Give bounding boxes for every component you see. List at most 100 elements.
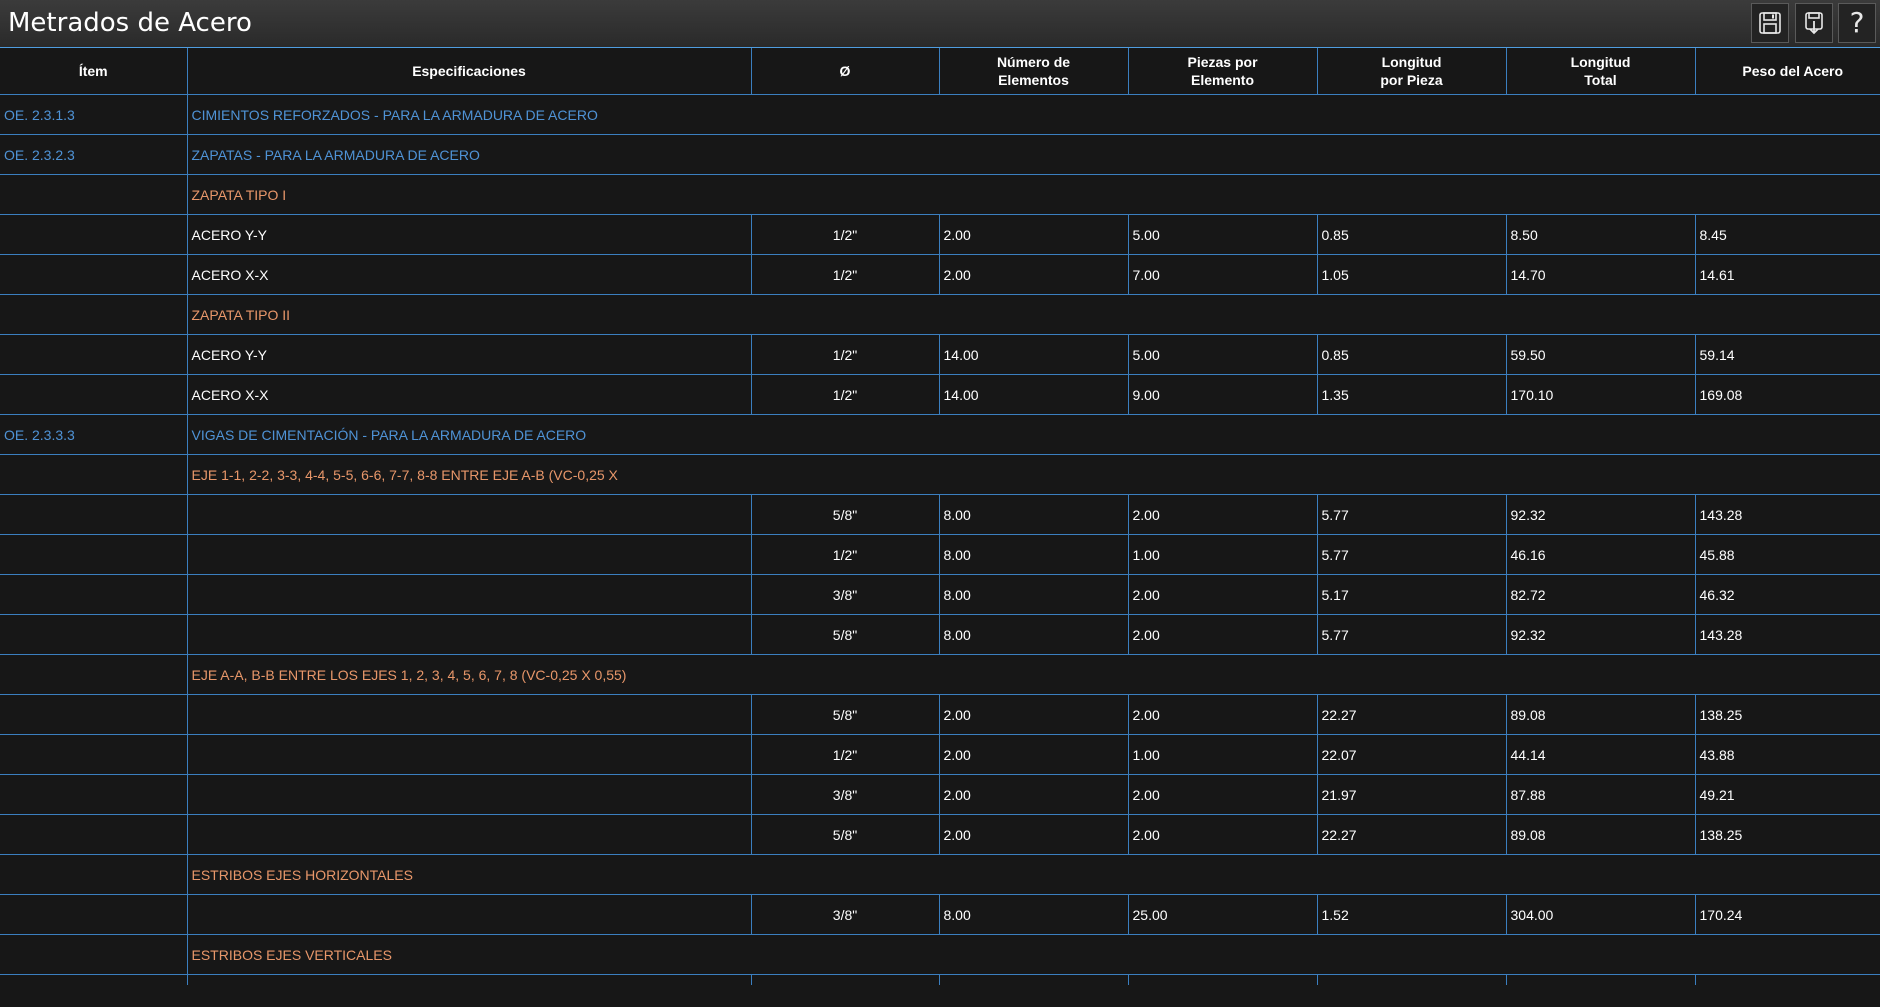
header-steel-weight[interactable]: Peso del Acero xyxy=(1695,48,1880,95)
total-length-cell[interactable]: 89.08 xyxy=(1506,694,1696,735)
specification-cell[interactable] xyxy=(187,614,752,655)
group-title-cell[interactable]: ZAPATA TIPO I xyxy=(187,174,1880,215)
steel-weight-cell[interactable]: 169.08 xyxy=(1695,374,1880,415)
item-cell[interactable] xyxy=(0,574,188,615)
item-cell[interactable] xyxy=(0,694,188,735)
specification-cell[interactable] xyxy=(187,694,752,735)
diameter-cell[interactable]: 1/2" xyxy=(751,734,940,775)
item-code-cell[interactable] xyxy=(0,654,188,695)
steel-weight-cell[interactable]: 59.14 xyxy=(1695,334,1880,375)
specification-cell[interactable]: ACERO Y-Y xyxy=(187,334,752,375)
diameter-cell[interactable]: 5/8" xyxy=(751,494,940,535)
number-of-elements-cell[interactable]: 2.00 xyxy=(939,814,1129,855)
number-of-elements-cell[interactable]: 2.00 xyxy=(939,694,1129,735)
table-row[interactable]: ACERO X-X 1/2" 2.00 7.00 1.05 14.70 14.61 xyxy=(0,254,1880,295)
item-cell[interactable] xyxy=(0,894,188,935)
group-row[interactable]: EJE 1-1, 2-2, 3-3, 4-4, 5-5, 6-6, 7-7, 8… xyxy=(0,454,1880,495)
header-diameter[interactable]: Ø xyxy=(751,48,940,95)
steel-weight-cell[interactable]: 45.88 xyxy=(1695,534,1880,575)
group-title-cell[interactable]: ESTRIBOS EJES HORIZONTALES xyxy=(187,854,1880,895)
item-cell[interactable] xyxy=(0,774,188,815)
table-row[interactable]: 5/8" 8.00 2.00 5.77 92.32 143.28 xyxy=(0,494,1880,535)
table-row[interactable]: 5/8" 2.00 2.00 22.27 89.08 138.25 xyxy=(0,814,1880,855)
header-pieces-per-element[interactable]: Piezas por Elemento xyxy=(1128,48,1318,95)
table-row[interactable]: 1/2" 2.00 1.00 22.07 44.14 43.88 xyxy=(0,734,1880,775)
pieces-per-element-cell[interactable] xyxy=(1128,974,1318,985)
total-length-cell[interactable]: 87.88 xyxy=(1506,774,1696,815)
header-item[interactable]: Ítem xyxy=(0,48,188,95)
group-title-cell[interactable]: ESTRIBOS EJES VERTICALES xyxy=(187,934,1880,975)
steel-weight-cell[interactable] xyxy=(1695,974,1880,985)
item-code-cell[interactable] xyxy=(0,174,188,215)
length-per-piece-cell[interactable]: 21.97 xyxy=(1317,774,1507,815)
diameter-cell[interactable] xyxy=(751,974,940,985)
steel-weight-cell[interactable]: 46.32 xyxy=(1695,574,1880,615)
item-code-cell[interactable] xyxy=(0,454,188,495)
item-cell[interactable] xyxy=(0,374,188,415)
total-length-cell[interactable]: 92.32 xyxy=(1506,494,1696,535)
group-row[interactable]: ESTRIBOS EJES HORIZONTALES xyxy=(0,854,1880,895)
steel-takeoff-grid[interactable]: Ítem Especificaciones Ø Número de Element… xyxy=(0,48,1880,985)
specification-cell[interactable] xyxy=(187,894,752,935)
diameter-cell[interactable]: 1/2" xyxy=(751,334,940,375)
diameter-cell[interactable]: 5/8" xyxy=(751,814,940,855)
item-cell[interactable] xyxy=(0,614,188,655)
pieces-per-element-cell[interactable]: 9.00 xyxy=(1128,374,1318,415)
diameter-cell[interactable]: 3/8" xyxy=(751,894,940,935)
number-of-elements-cell[interactable] xyxy=(939,974,1129,985)
number-of-elements-cell[interactable]: 2.00 xyxy=(939,214,1129,255)
item-code-cell[interactable]: OE. 2.3.2.3 xyxy=(0,134,188,175)
total-length-cell[interactable]: 8.50 xyxy=(1506,214,1696,255)
item-cell[interactable] xyxy=(0,974,188,985)
table-row[interactable]: ACERO Y-Y 1/2" 2.00 5.00 0.85 8.50 8.45 xyxy=(0,214,1880,255)
pieces-per-element-cell[interactable]: 2.00 xyxy=(1128,574,1318,615)
pieces-per-element-cell[interactable]: 2.00 xyxy=(1128,774,1318,815)
pieces-per-element-cell[interactable]: 25.00 xyxy=(1128,894,1318,935)
group-title-cell[interactable]: EJE 1-1, 2-2, 3-3, 4-4, 5-5, 6-6, 7-7, 8… xyxy=(187,454,1880,495)
specification-cell[interactable] xyxy=(187,774,752,815)
total-length-cell[interactable]: 59.50 xyxy=(1506,334,1696,375)
diameter-cell[interactable]: 5/8" xyxy=(751,614,940,655)
specification-cell[interactable]: ACERO Y-Y xyxy=(187,214,752,255)
item-cell[interactable] xyxy=(0,734,188,775)
help-button[interactable]: ? xyxy=(1838,3,1876,43)
item-cell[interactable] xyxy=(0,214,188,255)
pieces-per-element-cell[interactable]: 7.00 xyxy=(1128,254,1318,295)
number-of-elements-cell[interactable]: 8.00 xyxy=(939,574,1129,615)
group-row[interactable]: ZAPATA TIPO II xyxy=(0,294,1880,335)
save-button[interactable] xyxy=(1751,3,1789,43)
save-export-button[interactable] xyxy=(1795,3,1833,43)
number-of-elements-cell[interactable]: 2.00 xyxy=(939,734,1129,775)
diameter-cell[interactable]: 1/2" xyxy=(751,374,940,415)
group-row[interactable]: ZAPATA TIPO I xyxy=(0,174,1880,215)
specification-cell[interactable] xyxy=(187,574,752,615)
diameter-cell[interactable]: 5/8" xyxy=(751,694,940,735)
pieces-per-element-cell[interactable]: 5.00 xyxy=(1128,334,1318,375)
item-cell[interactable] xyxy=(0,334,188,375)
length-per-piece-cell[interactable]: 1.05 xyxy=(1317,254,1507,295)
table-row[interactable]: 5/8" 8.00 2.00 5.77 92.32 143.28 xyxy=(0,614,1880,655)
item-code-cell[interactable]: OE. 2.3.1.3 xyxy=(0,94,188,135)
pieces-per-element-cell[interactable]: 2.00 xyxy=(1128,814,1318,855)
group-row[interactable]: ESTRIBOS EJES VERTICALES xyxy=(0,934,1880,975)
specification-cell[interactable] xyxy=(187,974,752,985)
total-length-cell[interactable]: 14.70 xyxy=(1506,254,1696,295)
total-length-cell[interactable]: 92.32 xyxy=(1506,614,1696,655)
length-per-piece-cell[interactable]: 0.85 xyxy=(1317,214,1507,255)
length-per-piece-cell[interactable]: 1.35 xyxy=(1317,374,1507,415)
item-code-cell[interactable] xyxy=(0,294,188,335)
section-title-cell[interactable]: VIGAS DE CIMENTACIÓN - PARA LA ARMADURA … xyxy=(187,414,1880,455)
header-specifications[interactable]: Especificaciones xyxy=(187,48,752,95)
pieces-per-element-cell[interactable]: 2.00 xyxy=(1128,494,1318,535)
section-title-cell[interactable]: ZAPATAS - PARA LA ARMADURA DE ACERO xyxy=(187,134,1880,175)
diameter-cell[interactable]: 1/2" xyxy=(751,534,940,575)
specification-cell[interactable] xyxy=(187,734,752,775)
total-length-cell[interactable]: 89.08 xyxy=(1506,814,1696,855)
number-of-elements-cell[interactable]: 14.00 xyxy=(939,374,1129,415)
total-length-cell[interactable]: 82.72 xyxy=(1506,574,1696,615)
item-code-cell[interactable] xyxy=(0,934,188,975)
item-cell[interactable] xyxy=(0,814,188,855)
length-per-piece-cell[interactable]: 5.77 xyxy=(1317,534,1507,575)
item-cell[interactable] xyxy=(0,534,188,575)
item-code-cell[interactable] xyxy=(0,854,188,895)
